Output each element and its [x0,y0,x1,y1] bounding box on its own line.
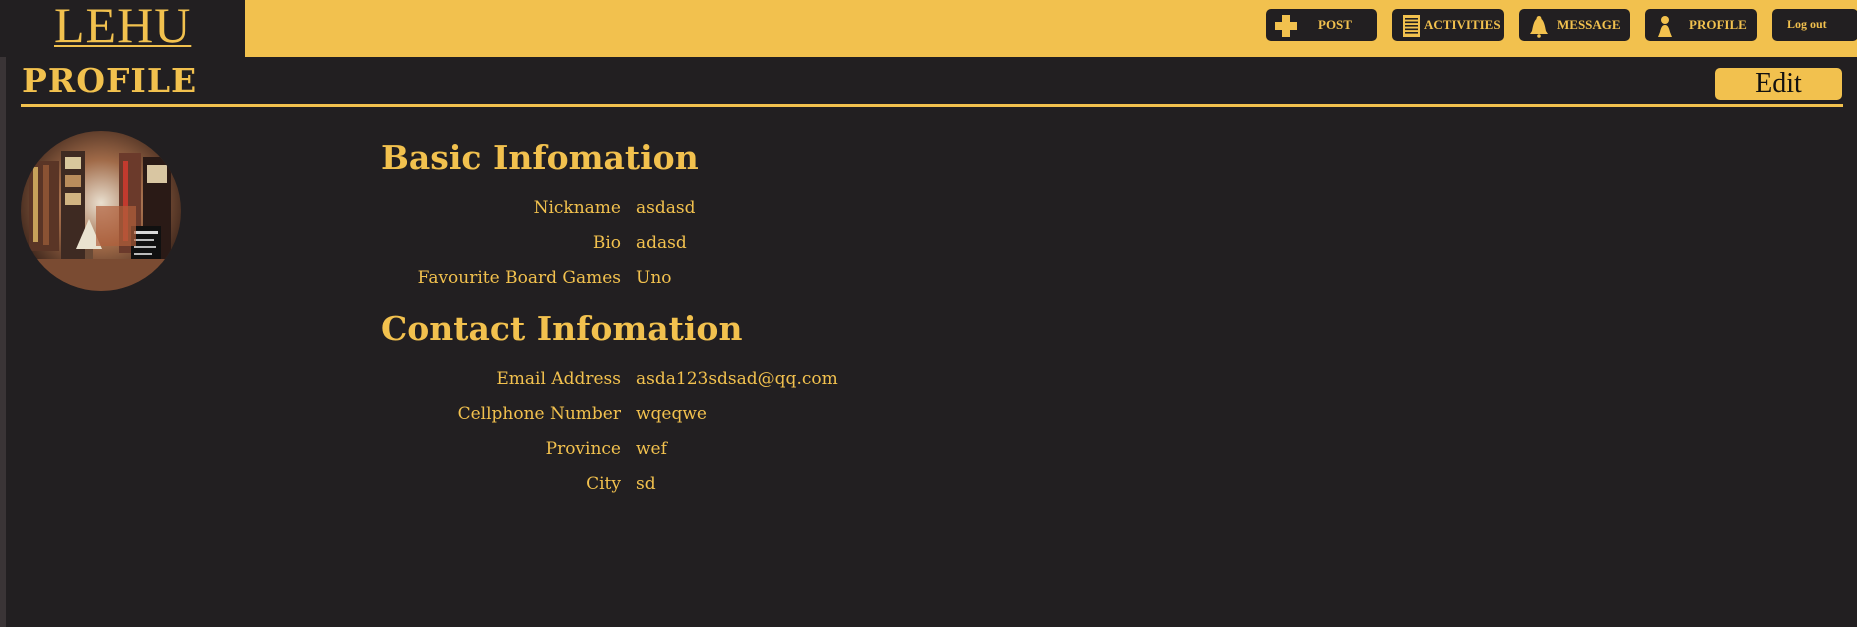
person-icon [1658,16,1672,37]
field-label: City [586,474,621,494]
logout-label: Log out [1787,17,1827,31]
avatar-photo [21,131,181,291]
edit-button[interactable]: Edit [1715,68,1842,100]
bell-icon [1530,16,1548,38]
field-row-email: Email Address asda123sdsad@qq.com [300,367,1000,391]
field-value: sd [636,474,656,494]
field-label: Province [545,439,621,459]
nav-activities-label: ACTIVITIES [1424,17,1501,32]
nav-activities-button[interactable]: ACTIVITIES [1392,9,1504,41]
avatar [21,131,181,291]
nav-post-button[interactable]: POST [1266,9,1377,41]
field-row-city: City sd [300,472,1000,496]
field-row-nickname: Nickname asdasd [300,196,1000,220]
field-label: Bio [592,233,621,253]
nav-post-label: POST [1318,17,1352,32]
window-edge [0,0,6,627]
nav-message-label: MESSAGE [1557,17,1621,32]
title-divider [21,104,1843,107]
field-label: Cellphone Number [457,404,621,424]
field-label: Favourite Board Games [417,268,621,288]
page-title: PROFILE [22,61,198,100]
logout-button[interactable]: Log out [1772,9,1857,41]
field-row-favourite-games: Favourite Board Games Uno [300,266,1000,290]
plus-icon [1275,15,1297,37]
basic-info-heading: Basic Infomation [381,138,699,177]
field-value: wef [636,439,667,459]
nav-profile-label: PROFILE [1689,17,1747,32]
nav-message-button[interactable]: MESSAGE [1519,9,1630,41]
field-label: Nickname [533,198,621,218]
field-value: asdasd [636,198,696,218]
field-value: wqeqwe [636,404,707,424]
top-header: LEHU POST ACTIVITIES MESSAGE PROFILE Log… [0,0,1857,57]
document-icon [1403,15,1420,37]
field-value: Uno [636,268,672,288]
field-value: adasd [636,233,687,253]
field-row-province: Province wef [300,437,1000,461]
logo-container: LEHU [0,0,245,57]
field-label: Email Address [496,369,621,389]
field-row-cellphone: Cellphone Number wqeqwe [300,402,1000,426]
contact-info-heading: Contact Infomation [381,309,743,348]
field-value: asda123sdsad@qq.com [636,369,838,389]
nav-profile-button[interactable]: PROFILE [1645,9,1757,41]
field-row-bio: Bio adasd [300,231,1000,255]
site-logo[interactable]: LEHU [54,0,191,54]
